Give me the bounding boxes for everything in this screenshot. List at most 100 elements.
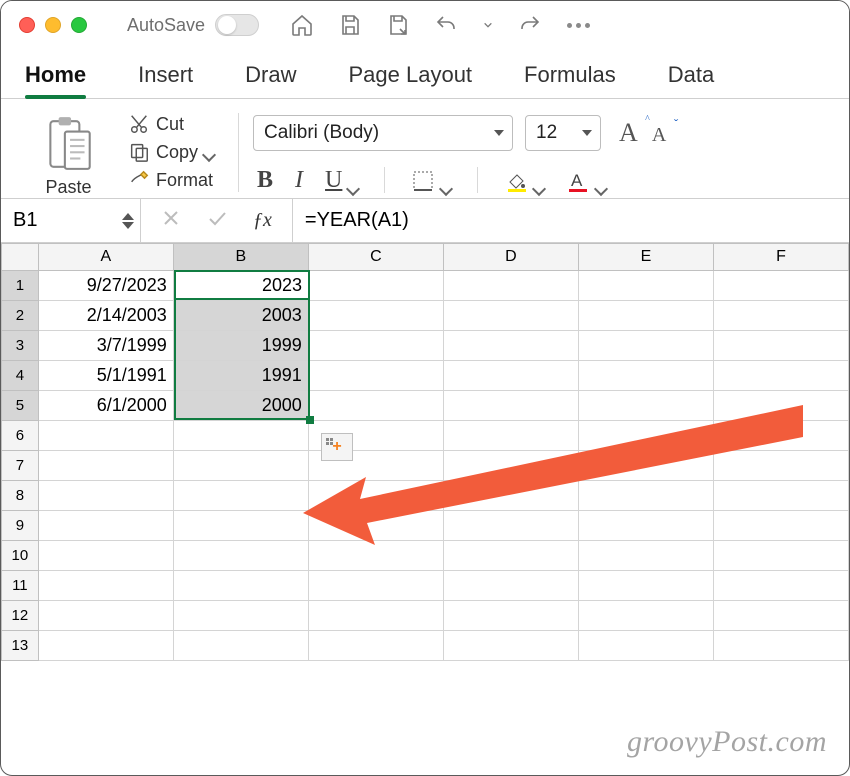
redo-icon[interactable] [517,12,543,38]
cell-B9[interactable] [174,511,309,541]
name-box[interactable]: B1 [1,199,141,242]
cut-button[interactable]: Cut [128,113,214,135]
cell-B8[interactable] [174,481,309,511]
cell-E12[interactable] [579,601,714,631]
row-header-3[interactable]: 3 [1,331,39,361]
chevron-down-icon[interactable] [441,176,451,186]
row-header-10[interactable]: 10 [1,541,39,571]
column-header-F[interactable]: F [714,243,849,271]
cell-E6[interactable] [579,421,714,451]
cell-F12[interactable] [714,601,849,631]
cell-A3[interactable]: 3/7/1999 [39,331,174,361]
row-header-12[interactable]: 12 [1,601,39,631]
save-as-icon[interactable] [385,12,411,38]
cell-D8[interactable] [444,481,579,511]
cell-E9[interactable] [579,511,714,541]
cell-A9[interactable] [39,511,174,541]
cell-F10[interactable] [714,541,849,571]
italic-button[interactable]: I [295,167,303,194]
fill-handle[interactable] [306,416,314,424]
chevron-down-icon[interactable] [534,176,544,186]
format-painter-button[interactable]: Format [128,169,214,191]
cell-A8[interactable] [39,481,174,511]
accept-formula-icon[interactable] [207,208,227,234]
cell-F9[interactable] [714,511,849,541]
paste-button[interactable] [40,113,98,175]
cell-B7[interactable] [174,451,309,481]
cell-E11[interactable] [579,571,714,601]
cell-C12[interactable] [309,601,444,631]
chevron-down-icon[interactable] [596,176,606,186]
cell-D10[interactable] [444,541,579,571]
cell-F1[interactable] [714,271,849,301]
cell-C5[interactable] [309,391,444,421]
cell-A11[interactable] [39,571,174,601]
tab-draw[interactable]: Draw [245,62,296,98]
cell-B11[interactable] [174,571,309,601]
cell-D6[interactable] [444,421,579,451]
cell-D4[interactable] [444,361,579,391]
cell-C4[interactable] [309,361,444,391]
cell-F7[interactable] [714,451,849,481]
tab-home[interactable]: Home [25,62,86,98]
cell-F4[interactable] [714,361,849,391]
cell-C1[interactable] [309,271,444,301]
cell-C9[interactable] [309,511,444,541]
cell-B3[interactable]: 1999 [174,331,309,361]
tab-page-layout[interactable]: Page Layout [349,62,473,98]
cell-E13[interactable] [579,631,714,661]
cell-F3[interactable] [714,331,849,361]
row-header-4[interactable]: 4 [1,361,39,391]
decrease-font-size-button[interactable]: A [652,124,666,147]
row-header-9[interactable]: 9 [1,511,39,541]
cell-D2[interactable] [444,301,579,331]
chevron-down-icon[interactable] [204,147,214,157]
cell-C13[interactable] [309,631,444,661]
cell-F6[interactable] [714,421,849,451]
save-icon[interactable] [337,12,363,38]
cell-C11[interactable] [309,571,444,601]
autosave-control[interactable]: AutoSave [127,14,259,36]
cell-E3[interactable] [579,331,714,361]
font-size-select[interactable]: 12 [525,115,601,151]
copy-button[interactable]: Copy [128,141,214,163]
row-header-1[interactable]: 1 [1,271,39,301]
chevron-down-icon[interactable] [348,176,358,186]
insert-function-button[interactable]: ƒx [253,209,272,232]
cell-D3[interactable] [444,331,579,361]
cell-D12[interactable] [444,601,579,631]
cell-E7[interactable] [579,451,714,481]
cell-E1[interactable] [579,271,714,301]
cell-A10[interactable] [39,541,174,571]
cell-C3[interactable] [309,331,444,361]
undo-dropdown-icon[interactable] [481,12,495,38]
close-window-button[interactable] [19,17,35,33]
cell-E8[interactable] [579,481,714,511]
spreadsheet-grid[interactable]: ABCDEF19/27/2023202322/14/2003200333/7/1… [1,243,849,661]
increase-font-size-button[interactable]: A [619,118,638,148]
cell-B10[interactable] [174,541,309,571]
cell-D1[interactable] [444,271,579,301]
home-icon[interactable] [289,12,315,38]
bold-button[interactable]: B [257,167,273,194]
row-header-7[interactable]: 7 [1,451,39,481]
column-header-D[interactable]: D [444,243,579,271]
cell-B6[interactable] [174,421,309,451]
cell-F5[interactable] [714,391,849,421]
cell-E5[interactable] [579,391,714,421]
font-name-select[interactable]: Calibri (Body) [253,115,513,151]
cell-B2[interactable]: 2003 [174,301,309,331]
more-commands-icon[interactable] [565,12,591,38]
cell-D13[interactable] [444,631,579,661]
row-header-11[interactable]: 11 [1,571,39,601]
cancel-formula-icon[interactable] [161,208,181,234]
row-header-8[interactable]: 8 [1,481,39,511]
cell-B1[interactable]: 2023 [174,271,309,301]
cell-B13[interactable] [174,631,309,661]
fill-color-button[interactable] [504,169,544,193]
column-header-A[interactable]: A [39,243,174,271]
row-header-2[interactable]: 2 [1,301,39,331]
cell-A7[interactable] [39,451,174,481]
borders-button[interactable] [411,169,451,193]
maximize-window-button[interactable] [71,17,87,33]
